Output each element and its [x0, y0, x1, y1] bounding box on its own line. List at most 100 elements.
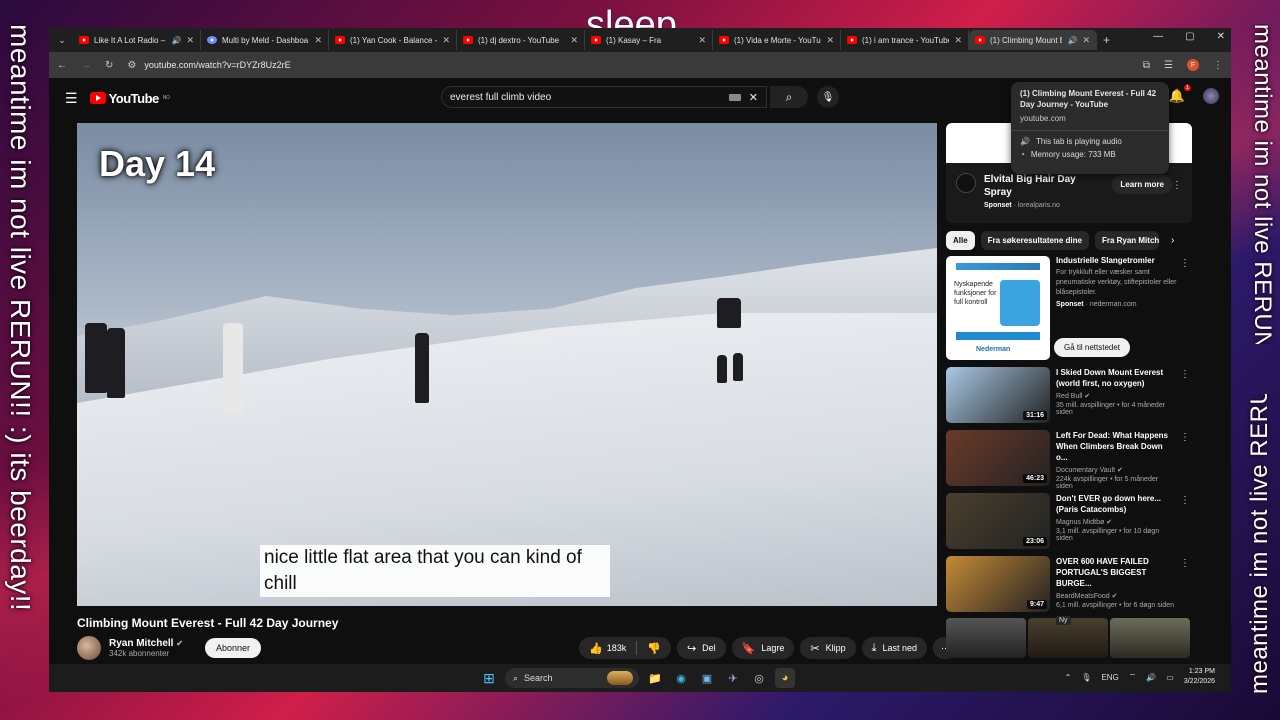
browser-tab[interactable]: Like It A Lot Radio – T 🔊 ✕ — [73, 30, 201, 50]
reading-list-icon[interactable]: ☰ — [1164, 60, 1173, 71]
close-tab-icon[interactable]: ✕ — [314, 35, 322, 46]
minimize-icon[interactable]: — — [1153, 31, 1163, 42]
rec-thumbnail[interactable]: 46:23 — [946, 430, 1050, 486]
browser-tab[interactable]: (1) Vida e Morte - YouTub ✕ — [713, 30, 841, 50]
mic-button[interactable]: 🎙 — [817, 86, 839, 108]
browser-tab[interactable]: (1) i am trance - YouTube ✕ — [841, 30, 969, 50]
rec-more-icon[interactable]: ⋮ — [1180, 369, 1190, 380]
chip-search-results[interactable]: Fra søkeresultatene dine — [980, 231, 1089, 250]
overlay-right-text-2: meantime im not live RERUN!! :) its beer… — [1246, 394, 1273, 694]
rec-title[interactable]: Don't EVER go down here... (Paris Cataco… — [1056, 493, 1176, 515]
rec-thumbnail[interactable]: 9:47 — [946, 556, 1050, 612]
new-tab-button[interactable]: + — [1103, 33, 1110, 47]
save-button[interactable]: 🔖 Lagre — [731, 637, 795, 659]
menu-icon[interactable]: ⋮ — [1213, 60, 1223, 71]
site-info-icon[interactable]: ⚙ — [127, 60, 136, 71]
app-icon-3[interactable]: ◎ — [749, 668, 769, 688]
thumbs-down-icon[interactable]: 👎 — [647, 642, 661, 655]
chip-all[interactable]: Alle — [946, 231, 975, 250]
tab-search-dropdown[interactable]: ⌄ — [51, 31, 73, 49]
chevron-right-icon[interactable]: › — [1171, 235, 1174, 246]
rec-thumbnail[interactable]: 31:16 — [946, 367, 1050, 423]
app-icon[interactable]: ▣ — [697, 668, 717, 688]
ad-more-icon[interactable]: ⋮ — [1172, 180, 1182, 191]
clip-button[interactable]: ✂ Klipp — [800, 637, 856, 659]
browser-tab[interactable]: (1) Climbing Mount E 🔊 ✕ — [969, 30, 1097, 50]
maximize-icon[interactable]: ▢ — [1185, 31, 1194, 42]
file-explorer-icon[interactable]: 📁 — [645, 668, 665, 688]
download-button[interactable]: ⤓ Last ned — [861, 637, 928, 659]
subscribe-button[interactable]: Abonner — [204, 638, 261, 658]
tray-chevron-icon[interactable]: ⌃ — [1065, 673, 1072, 682]
speaker-icon[interactable]: 🔊 — [171, 36, 181, 45]
reload-icon[interactable]: ↻ — [105, 60, 113, 71]
rec-thumbnail[interactable]: 23:06 — [946, 493, 1050, 549]
close-tab-icon[interactable]: ✕ — [570, 35, 578, 46]
like-button[interactable]: 👍 183k 👎 — [579, 637, 671, 659]
close-tab-icon[interactable]: ✕ — [698, 35, 706, 46]
rec-more-icon[interactable]: ⋮ — [1180, 432, 1190, 443]
language-indicator[interactable]: ENG — [1101, 673, 1118, 682]
mic-tray-icon[interactable]: 🎙 — [1081, 673, 1091, 682]
youtube-logo[interactable]: YouTube NO — [89, 91, 170, 106]
close-tab-icon[interactable]: ✕ — [954, 35, 962, 46]
close-tab-icon[interactable]: ✕ — [442, 35, 450, 46]
clock[interactable]: 1:23 PM 3/22/2026 — [1184, 667, 1215, 687]
share-button[interactable]: ↪ Del — [676, 637, 726, 659]
close-window-icon[interactable]: ✕ — [1217, 31, 1225, 42]
taskbar-search[interactable]: ⌕ Search — [505, 668, 639, 688]
channel-avatar[interactable] — [77, 636, 101, 660]
video-player[interactable]: Day 14 nice little flat area that you ca… — [77, 123, 937, 606]
edge-icon[interactable]: ◉ — [671, 668, 691, 688]
browser-tab[interactable]: (1) dj dextro - YouTube ✕ — [457, 30, 585, 50]
app-icon-2[interactable]: ✈ — [723, 668, 743, 688]
battery-icon[interactable]: ▭ — [1166, 673, 1174, 682]
rec-more-icon[interactable]: ⋮ — [1180, 558, 1190, 569]
search-button[interactable]: ⌕ — [770, 86, 808, 108]
profile-avatar[interactable]: F — [1187, 59, 1199, 71]
forward-icon[interactable]: → — [81, 60, 91, 71]
rec-video[interactable]: 31:16 I Skied Down Mount Everest (world f… — [946, 367, 1194, 423]
climber-figure — [107, 328, 125, 398]
ad-title[interactable]: Elvital Big Hair Day Spray — [984, 173, 1084, 199]
back-icon[interactable]: ← — [57, 60, 67, 71]
promo-title[interactable]: Industrielle Slangetromler — [1056, 256, 1180, 265]
visit-site-button[interactable]: Gå til nettstedet — [1054, 338, 1131, 357]
clear-search-icon[interactable]: ✕ — [749, 91, 758, 104]
keyboard-icon[interactable] — [728, 93, 741, 101]
verified-icon: ✔ — [1111, 593, 1118, 600]
promo-more-icon[interactable]: ⋮ — [1180, 258, 1190, 269]
browser-tab[interactable]: Multi by Meld - Dashboa ✕ — [201, 30, 329, 50]
promo-card[interactable]: Nyskapende funksjoner for full kontroll … — [946, 256, 1194, 360]
rec-video[interactable]: 23:06 Don't EVER go down here... (Paris C… — [946, 493, 1194, 549]
close-tab-icon[interactable]: ✕ — [826, 35, 834, 46]
rec-title[interactable]: I Skied Down Mount Everest (world first,… — [1056, 367, 1176, 389]
chrome-icon[interactable]: ◕ — [775, 668, 795, 688]
rec-thumb[interactable] — [946, 618, 1026, 658]
search-input[interactable]: everest full climb video ✕ — [441, 86, 767, 108]
wifi-icon[interactable]: ⌔ — [1129, 672, 1137, 682]
rec-title[interactable]: Left For Dead: What Happens When Climber… — [1056, 430, 1176, 463]
learn-more-button[interactable]: Learn more — [1112, 175, 1172, 194]
url-field[interactable]: youtube.com/watch?v=rDYZr8Uz2rE — [144, 60, 290, 70]
volume-icon[interactable]: 🔊 — [1146, 673, 1156, 682]
bell-icon: 🔔 — [1168, 88, 1185, 103]
browser-tab[interactable]: (1) Kasay – Fra ✕ — [585, 30, 713, 50]
browser-tab[interactable]: (1) Yan Cook - Balance - Y ✕ — [329, 30, 457, 50]
channel-name[interactable]: Ryan Mitchell ✔ — [109, 638, 183, 649]
extensions-icon[interactable]: ⧉ — [1143, 60, 1150, 71]
close-tab-icon[interactable]: ✕ — [1082, 35, 1090, 46]
account-avatar[interactable] — [1203, 88, 1219, 104]
rec-video[interactable]: 9:47 OVER 600 HAVE FAILED PORTUGAL'S BIGG… — [946, 556, 1194, 625]
chip-channel[interactable]: Fra Ryan Mitch — [1094, 231, 1159, 250]
close-tab-icon[interactable]: ✕ — [186, 35, 194, 46]
rec-video[interactable]: 46:23 Left For Dead: What Happens When Cl… — [946, 430, 1194, 490]
hamburger-icon[interactable]: ☰ — [65, 90, 78, 107]
windows-start-icon[interactable]: ⊞ — [479, 668, 499, 688]
climber-figure — [733, 353, 743, 381]
rec-title[interactable]: OVER 600 HAVE FAILED PORTUGAL'S BIGGEST … — [1056, 556, 1176, 589]
rec-meta: 224k avspillinger • for 5 måneder siden — [1056, 476, 1159, 490]
rec-more-icon[interactable]: ⋮ — [1180, 495, 1190, 506]
speaker-icon[interactable]: 🔊 — [1067, 36, 1077, 45]
notifications-button[interactable]: 🔔 1 — [1168, 85, 1191, 104]
